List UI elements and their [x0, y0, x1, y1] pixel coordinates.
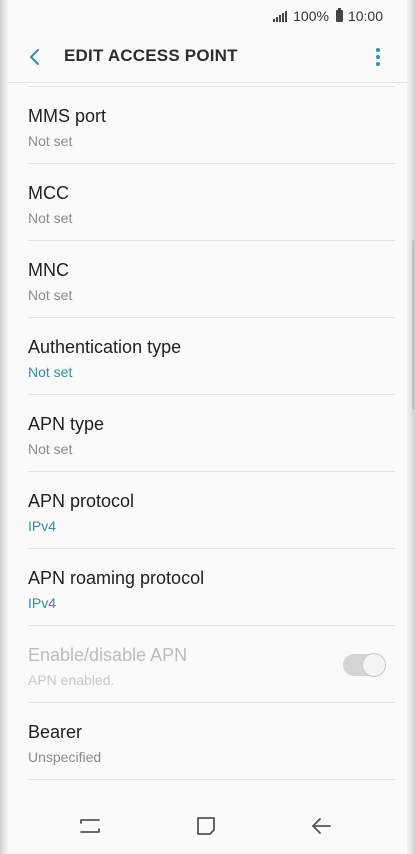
chevron-left-icon [30, 49, 39, 65]
setting-label: APN type [28, 414, 105, 434]
status-bar: 100% 10:00 [8, 0, 407, 32]
setting-value: APN enabled. [28, 672, 115, 688]
setting-label: Enable/disable APN [28, 645, 188, 665]
battery-icon [335, 8, 343, 22]
setting-value: Not set [28, 210, 73, 226]
setting-mcc[interactable]: MCC Not set [28, 164, 395, 241]
setting-value: Unspecified [28, 749, 102, 765]
setting-apn-protocol[interactable]: APN protocol IPv4 [28, 472, 395, 549]
more-options-button[interactable] [363, 42, 393, 72]
apn-enable-toggle[interactable] [343, 653, 386, 677]
app-bar: EDIT ACCESS POINT [8, 32, 407, 83]
setting-value: Not set [28, 287, 73, 303]
recents-icon [80, 819, 100, 833]
setting-apn-roaming-protocol[interactable]: APN roaming protocol IPv4 [28, 549, 395, 626]
setting-value: Not set [28, 133, 73, 149]
setting-label: APN roaming protocol [28, 568, 205, 588]
setting-mnc[interactable]: MNC Not set [28, 241, 395, 318]
signal-icon [273, 10, 288, 22]
setting-enable-disable-apn: Enable/disable APN APN enabled. [28, 626, 395, 703]
setting-bearer[interactable]: Bearer Unspecified [28, 703, 395, 780]
setting-label: MCC [28, 183, 69, 203]
setting-label: APN protocol [28, 491, 135, 511]
back-button[interactable] [20, 42, 50, 72]
setting-label: Bearer [28, 722, 83, 742]
home-icon [197, 817, 215, 835]
setting-value: IPv4 [28, 518, 57, 534]
navigation-bar [8, 798, 407, 854]
back-nav-button[interactable] [306, 812, 336, 840]
setting-value: Not set [28, 364, 73, 380]
back-arrow-icon [312, 818, 331, 834]
setting-label: Authentication type [28, 337, 182, 357]
setting-authentication-type[interactable]: Authentication type Not set [28, 318, 395, 395]
device-frame-right [407, 0, 415, 854]
setting-value: IPv4 [28, 595, 57, 611]
setting-mms-port[interactable]: MMS port Not set [28, 87, 395, 164]
setting-label: MNC [28, 260, 69, 280]
settings-list: MMS port Not set MCC Not set MNC Not set… [8, 86, 407, 780]
device-frame-left [0, 0, 8, 854]
toggle-knob [362, 653, 386, 677]
home-button[interactable] [191, 812, 221, 840]
page-title: EDIT ACCESS POINT [64, 46, 238, 65]
recents-button[interactable] [75, 812, 105, 840]
setting-value: Not set [28, 441, 73, 457]
status-indicators: 100% 10:00 [273, 7, 383, 25]
setting-apn-type[interactable]: APN type Not set [28, 395, 395, 472]
setting-label: MMS port [28, 106, 107, 126]
battery-percent: 100% [293, 8, 329, 24]
more-vertical-icon [376, 48, 380, 52]
clock: 10:00 [347, 8, 383, 24]
